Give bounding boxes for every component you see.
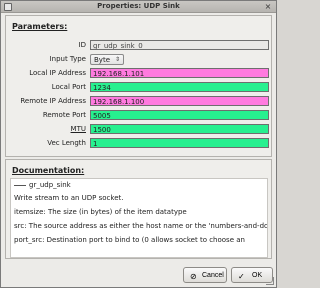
- close-button[interactable]: ×: [263, 2, 273, 12]
- param-row-local-port: Local Port 1234: [6, 82, 271, 92]
- cancel-button[interactable]: ⊘ Cancel: [183, 267, 227, 283]
- documentation-text[interactable]: gr_udp_sink Write stream to an UDP socke…: [10, 178, 268, 258]
- ok-label: OK: [252, 272, 263, 279]
- param-label: ID: [78, 41, 86, 49]
- ok-icon: ✓: [238, 272, 245, 281]
- doc-line: port_src: Destination port to bind to (0…: [14, 236, 245, 244]
- param-row-remote-ip: Remote IP Address 192.168.1.100: [6, 96, 271, 106]
- param-label: MTU: [70, 125, 86, 133]
- doc-line: itemsize: The size (in bytes) of the ite…: [14, 208, 187, 216]
- remote-port-field[interactable]: 5005: [90, 110, 269, 120]
- param-row-mtu: MTU 1500: [6, 124, 271, 134]
- documentation-heading: Documentation:: [12, 166, 85, 175]
- remote-ip-field[interactable]: 192.168.1.100: [90, 96, 269, 106]
- parameters-heading: Parameters:: [12, 22, 68, 31]
- local-port-field[interactable]: 1234: [90, 82, 269, 92]
- resize-grip-icon[interactable]: [266, 277, 274, 285]
- param-label: Remote Port: [42, 111, 86, 119]
- title-bar[interactable]: Properties: UDP Sink ×: [1, 1, 276, 13]
- doc-line: Write stream to an UDP socket.: [14, 194, 124, 202]
- cancel-icon: ⊘: [190, 272, 197, 281]
- dash-icon: [14, 184, 26, 186]
- vec-length-field[interactable]: 1: [90, 138, 269, 148]
- param-label: Remote IP Address: [20, 97, 86, 105]
- local-ip-field[interactable]: 192.168.1.101: [90, 68, 269, 78]
- window-title: Properties: UDP Sink: [97, 2, 180, 10]
- param-label: Vec Length: [47, 139, 86, 147]
- input-type-select[interactable]: Byte ⇕: [90, 54, 124, 65]
- param-label: Local Port: [51, 83, 86, 91]
- param-row-vec-length: Vec Length 1: [6, 138, 271, 148]
- param-row-id: ID gr_udp_sink_0: [6, 40, 271, 50]
- input-type-value: Byte: [94, 56, 110, 64]
- param-label: Input Type: [49, 55, 86, 63]
- param-label: Local IP Address: [29, 69, 86, 77]
- id-field[interactable]: gr_udp_sink_0: [90, 40, 269, 50]
- doc-line: src: The source address as either the ho…: [14, 222, 268, 230]
- doc-block-name-row: gr_udp_sink: [14, 181, 264, 189]
- param-row-input-type: Input Type Byte ⇕: [6, 54, 271, 65]
- cancel-label: Cancel: [202, 272, 224, 279]
- properties-dialog: Properties: UDP Sink × Parameters: ID gr…: [0, 0, 277, 288]
- doc-block-name: gr_udp_sink: [29, 181, 71, 189]
- button-bar: ⊘ Cancel ✓ OK: [1, 265, 276, 287]
- param-row-local-ip: Local IP Address 192.168.1.101: [6, 68, 271, 78]
- documentation-panel: Documentation: gr_udp_sink Write stream …: [5, 159, 272, 259]
- combo-arrows-icon: ⇕: [114, 56, 120, 63]
- parameters-panel: Parameters: ID gr_udp_sink_0 Input Type …: [5, 15, 272, 157]
- mtu-field[interactable]: 1500: [90, 124, 269, 134]
- param-row-remote-port: Remote Port 5005: [6, 110, 271, 120]
